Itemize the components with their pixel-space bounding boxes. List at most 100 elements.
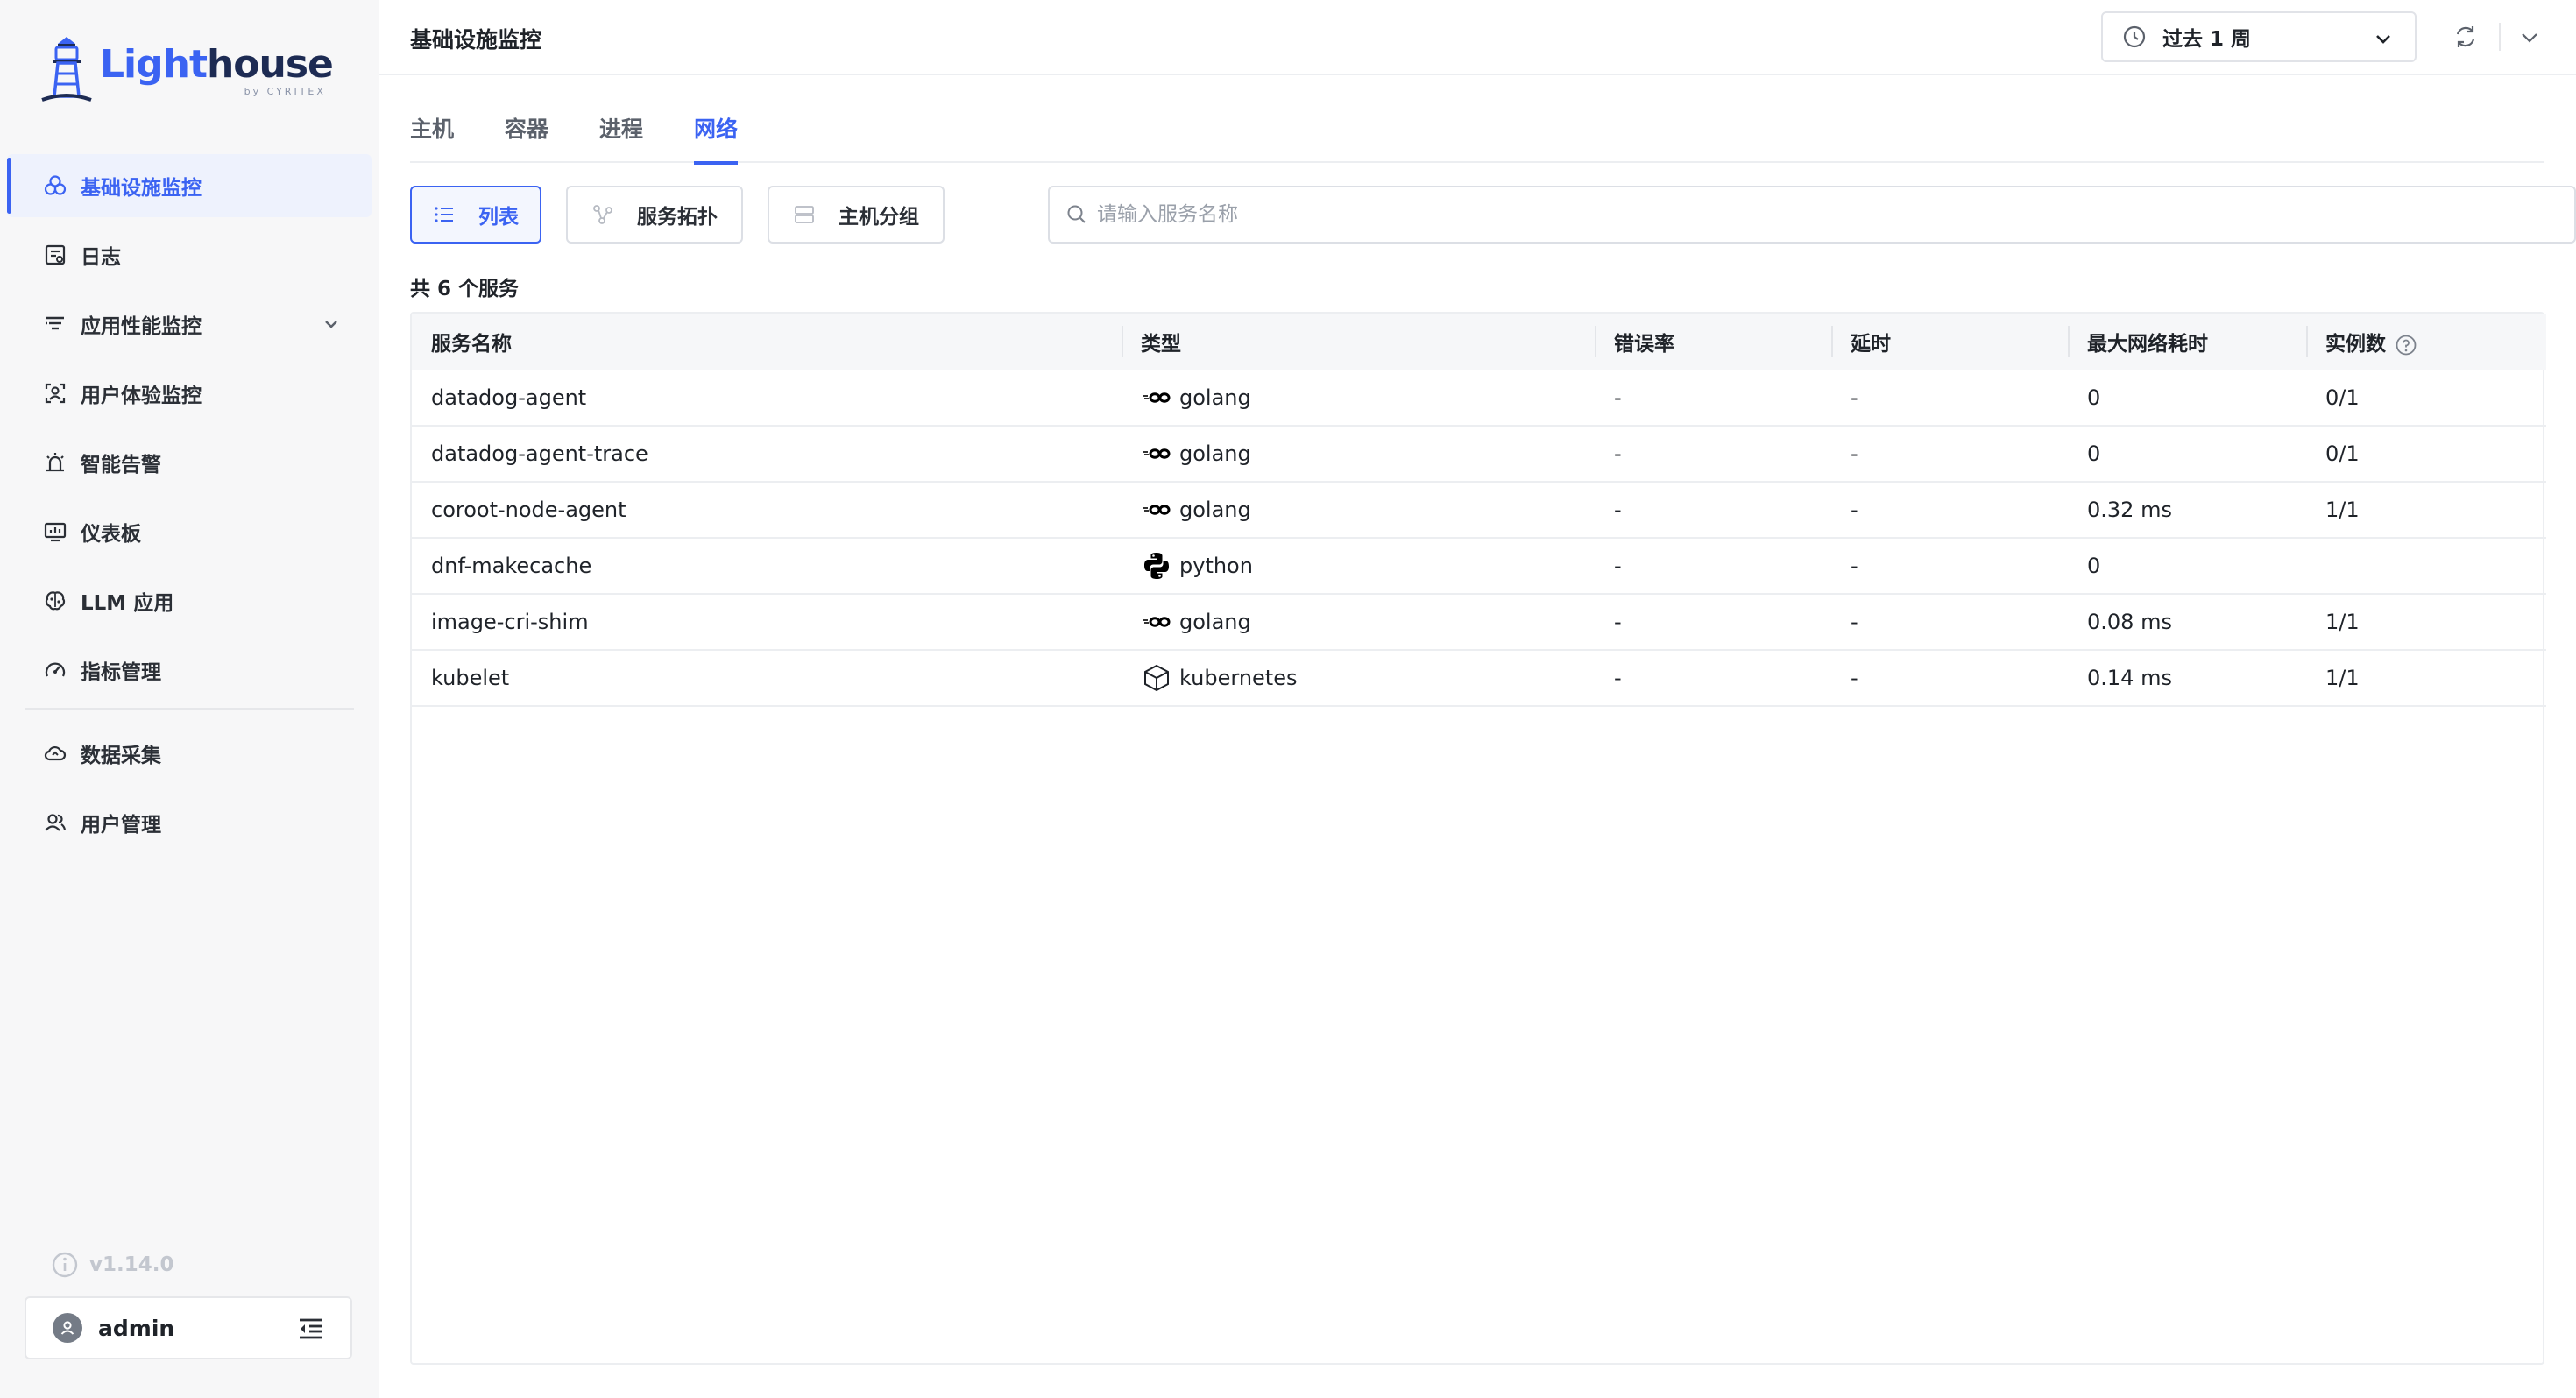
service-name[interactable]: datadog-agent bbox=[412, 370, 1122, 427]
users-icon bbox=[42, 809, 68, 836]
sidebar-item-dashboard[interactable]: 仪表板 bbox=[7, 500, 372, 563]
collapse-sidebar-icon[interactable] bbox=[298, 1317, 324, 1340]
sidebar-item-metrics[interactable]: 指标管理 bbox=[7, 639, 372, 702]
brand-logo[interactable]: Lighthouse by CYRITEX bbox=[39, 33, 334, 103]
apm-icon bbox=[42, 311, 68, 337]
table-row[interactable]: dnf-makecache python - - 0 bbox=[412, 538, 2546, 595]
chevron-down-icon bbox=[2376, 35, 2390, 44]
service-type-cell: golang bbox=[1122, 594, 1595, 651]
service-type-cell: python bbox=[1122, 538, 1595, 595]
search-icon bbox=[1067, 205, 1086, 223]
service-name[interactable]: coroot-node-agent bbox=[412, 482, 1122, 539]
chevron-down-icon[interactable] bbox=[2518, 26, 2541, 49]
refresh-icon[interactable] bbox=[2452, 23, 2480, 51]
sidebar-item-label: 智能告警 bbox=[81, 454, 161, 477]
service-type-cell: golang bbox=[1122, 370, 1595, 427]
kubernetes-cube-icon bbox=[1144, 664, 1169, 692]
log-icon bbox=[42, 242, 68, 268]
latency: - bbox=[1831, 650, 2068, 707]
clock-icon bbox=[2123, 25, 2146, 48]
golang-icon bbox=[1143, 617, 1171, 627]
sidebar-item-label: 数据采集 bbox=[81, 745, 161, 767]
table-row[interactable]: coroot-node-agent golang - - 0.32 ms 1/1 bbox=[412, 482, 2546, 539]
instance-count: 0/1 bbox=[2306, 370, 2546, 427]
sidebar-item-llm[interactable]: LLM 应用 bbox=[7, 569, 372, 632]
error-rate: - bbox=[1595, 370, 1831, 427]
latency: - bbox=[1831, 594, 2068, 651]
error-rate: - bbox=[1595, 538, 1831, 595]
sidebar-item-infrastructure[interactable]: 基础设施监控 bbox=[7, 154, 372, 217]
table-row[interactable]: datadog-agent golang - - 0 0/1 bbox=[412, 370, 2546, 427]
column-header-type[interactable]: 类型 bbox=[1122, 314, 1595, 370]
brand-name-light: Light bbox=[100, 42, 208, 87]
tab-process[interactable]: 进程 bbox=[599, 105, 643, 163]
page-title: 基础设施监控 bbox=[410, 27, 542, 53]
gauge-icon bbox=[42, 657, 68, 683]
topology-icon bbox=[593, 205, 612, 224]
view-toolbar: 列表 服务拓扑 主机分组 bbox=[410, 186, 2576, 244]
time-range-select[interactable]: 过去 1 周 bbox=[2101, 11, 2417, 62]
table-header-row: 服务名称 类型 错误率 延时 最大网络耗时 实例数 bbox=[412, 314, 2546, 370]
table-row[interactable]: datadog-agent-trace golang - - 0 0/1 bbox=[412, 426, 2546, 483]
sidebar-item-label: 用户体验监控 bbox=[81, 385, 202, 407]
service-type-cell: golang bbox=[1122, 482, 1595, 539]
chevron-down-icon[interactable] bbox=[321, 314, 342, 335]
max-network-time: 0 bbox=[2068, 538, 2306, 595]
user-menu[interactable]: admin bbox=[25, 1296, 352, 1359]
error-rate: - bbox=[1595, 650, 1831, 707]
max-network-time: 0.14 ms bbox=[2068, 650, 2306, 707]
column-header-max-network-time[interactable]: 最大网络耗时 bbox=[2068, 314, 2306, 370]
list-view-button[interactable]: 列表 bbox=[410, 186, 541, 244]
instance-count bbox=[2306, 538, 2546, 595]
search-input[interactable] bbox=[1097, 203, 2569, 226]
service-type-cell: kubernetes bbox=[1122, 650, 1595, 707]
lighthouse-icon bbox=[41, 37, 92, 102]
llm-brain-icon bbox=[42, 588, 68, 614]
host-group-view-button[interactable]: 主机分组 bbox=[768, 186, 945, 244]
sidebar-item-user-management[interactable]: 用户管理 bbox=[7, 791, 372, 854]
column-header-error-rate[interactable]: 错误率 bbox=[1595, 314, 1831, 370]
service-name[interactable]: kubelet bbox=[412, 650, 1122, 707]
latency: - bbox=[1831, 370, 2068, 427]
topology-view-button[interactable]: 服务拓扑 bbox=[566, 186, 743, 244]
tab-bar: 主机 容器 进程 网络 bbox=[410, 105, 2544, 165]
max-network-time: 0 bbox=[2068, 370, 2306, 427]
cloud-collect-icon bbox=[42, 740, 68, 766]
user-avatar-icon bbox=[60, 1321, 74, 1335]
sidebar-item-data-collection[interactable]: 数据采集 bbox=[7, 722, 372, 785]
list-icon bbox=[435, 207, 453, 222]
service-search[interactable] bbox=[1048, 186, 2576, 244]
golang-icon bbox=[1143, 448, 1171, 459]
latency: - bbox=[1831, 538, 2068, 595]
sidebar-item-alarm[interactable]: 智能告警 bbox=[7, 431, 372, 494]
sidebar-item-apm[interactable]: 应用性能监控 bbox=[7, 293, 372, 356]
max-network-time: 0 bbox=[2068, 426, 2306, 483]
column-header-latency[interactable]: 延时 bbox=[1831, 314, 2068, 370]
header-divider bbox=[2499, 23, 2501, 51]
sidebar-item-label: 应用性能监控 bbox=[81, 315, 202, 338]
tab-network[interactable]: 网络 bbox=[694, 105, 739, 165]
sidebar-nav: 基础设施监控 日志 应用性能监控 用户体验监控 智能告警 仪表板 LLM 应用 … bbox=[0, 154, 379, 860]
help-icon[interactable] bbox=[2395, 334, 2417, 357]
service-name[interactable]: image-cri-shim bbox=[412, 594, 1122, 651]
avatar[interactable] bbox=[53, 1313, 82, 1343]
tab-host[interactable]: 主机 bbox=[410, 105, 454, 163]
service-name[interactable]: datadog-agent-trace bbox=[412, 426, 1122, 483]
error-rate: - bbox=[1595, 482, 1831, 539]
error-rate: - bbox=[1595, 594, 1831, 651]
max-network-time: 0.08 ms bbox=[2068, 594, 2306, 651]
sidebar-item-user-experience[interactable]: 用户体验监控 bbox=[7, 362, 372, 425]
column-header-instances[interactable]: 实例数 bbox=[2306, 314, 2546, 370]
column-header-name[interactable]: 服务名称 bbox=[412, 314, 1122, 370]
services-table: 服务名称 类型 错误率 延时 最大网络耗时 实例数 datadog-agent … bbox=[410, 312, 2546, 1365]
sidebar-item-log[interactable]: 日志 bbox=[7, 223, 372, 286]
table-row[interactable]: kubelet kubernetes - - 0.14 ms 1/1 bbox=[412, 650, 2546, 707]
python-icon bbox=[1144, 553, 1169, 579]
sidebar-divider bbox=[25, 708, 354, 710]
host-group-view-label: 主机分组 bbox=[839, 206, 919, 229]
service-type: golang bbox=[1179, 610, 1251, 634]
main-content: 基础设施监控 过去 1 周 主机 容器 进程 网络 列表 服务拓扑 主机分组 请… bbox=[379, 0, 2576, 1398]
tab-container[interactable]: 容器 bbox=[505, 105, 548, 163]
service-name[interactable]: dnf-makecache bbox=[412, 538, 1122, 595]
table-row[interactable]: image-cri-shim golang - - 0.08 ms 1/1 bbox=[412, 594, 2546, 651]
